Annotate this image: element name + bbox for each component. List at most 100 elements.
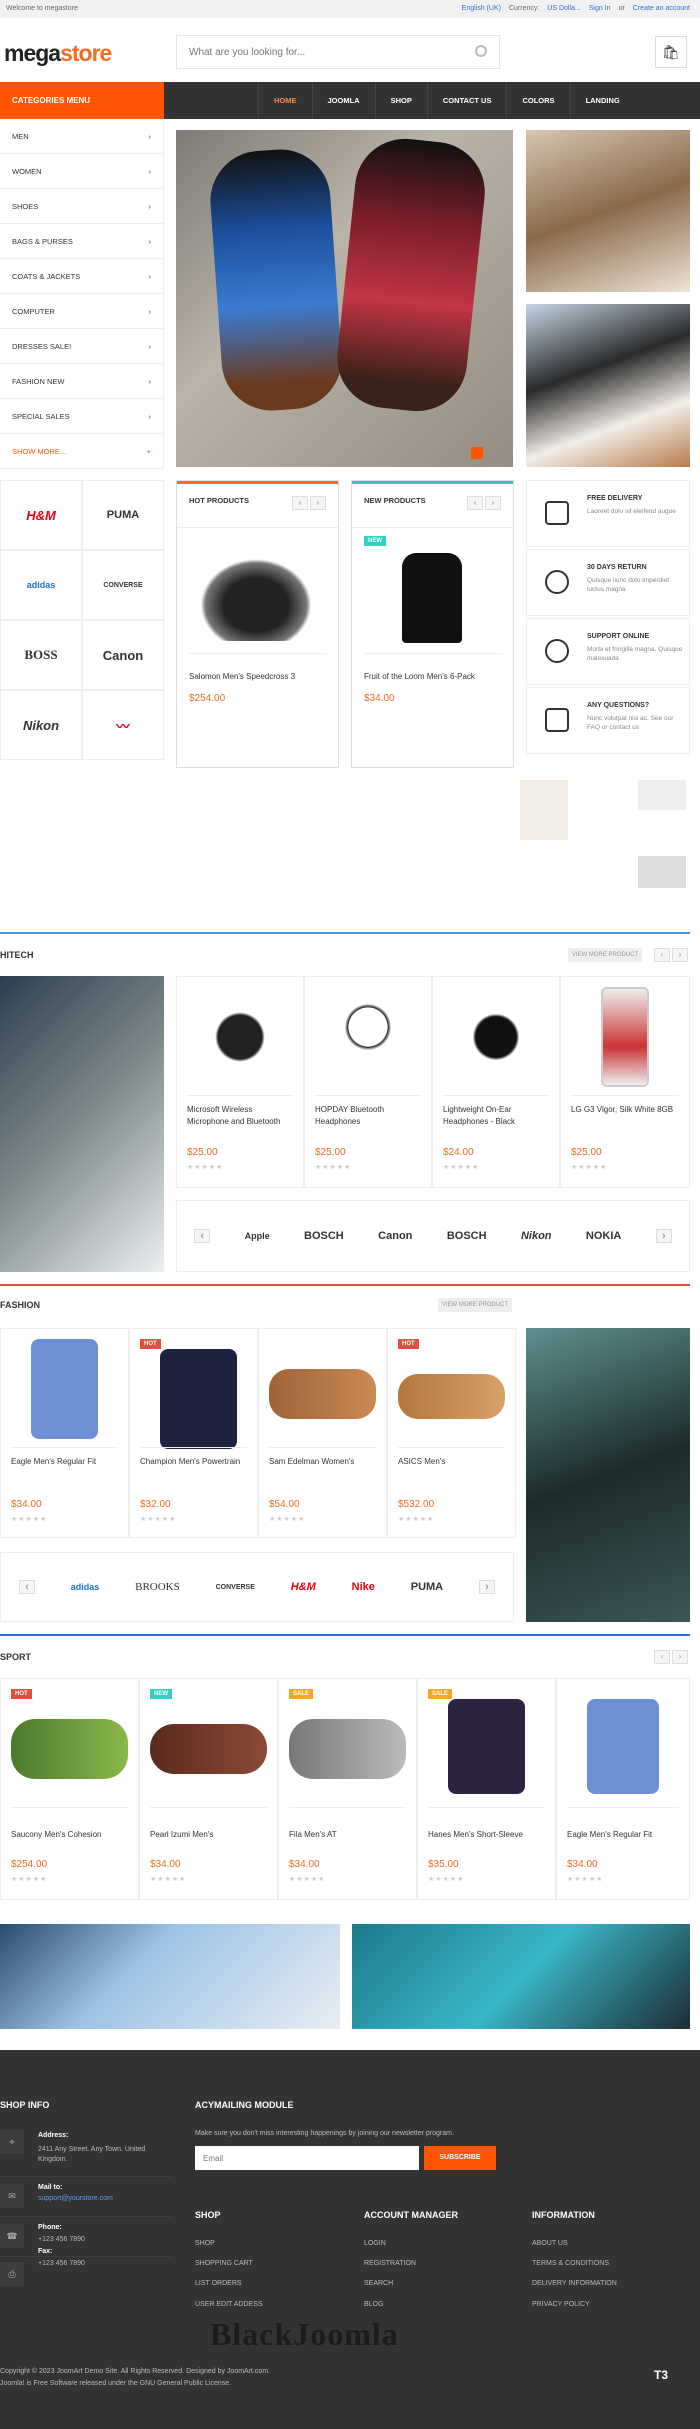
product-image[interactable] xyxy=(402,553,462,643)
nav-home[interactable]: HOME xyxy=(258,82,312,119)
hero-banner[interactable] xyxy=(176,130,513,467)
nav-colors[interactable]: COLORS xyxy=(506,82,569,119)
brand-logo[interactable]: NOKIA xyxy=(586,1230,621,1242)
brand-logo[interactable]: BOSCH xyxy=(304,1230,344,1242)
footer-link[interactable]: SHOP xyxy=(195,2240,215,2247)
brand-logo[interactable]: adidas xyxy=(0,550,82,620)
t3-logo[interactable]: T3 xyxy=(654,2368,668,2382)
watch-ad-thumbnail[interactable] xyxy=(520,780,568,840)
brand-logo[interactable]: Canon xyxy=(82,620,164,690)
category-item[interactable]: BAGS & PURSES › xyxy=(0,224,164,259)
fashion-view-more-button[interactable]: VIEW MORE PRODUCT xyxy=(438,1298,512,1312)
brand-logo[interactable]: BROOKS xyxy=(135,1581,180,1593)
nike-swoosh-icon[interactable]: 〰 xyxy=(82,690,164,760)
subscribe-button[interactable]: SUBSCRIBE xyxy=(424,2146,496,2170)
next-arrow-icon[interactable]: › xyxy=(478,1580,495,1594)
product-card[interactable]: SALE Fila Men's AT $34.00 ★★★★★ xyxy=(278,1678,417,1900)
product-card[interactable]: Microsoft Wireless Microphone and Blueto… xyxy=(176,976,304,1188)
product-card[interactable]: SALE Hanes Men's Short-Sleeve $35.00 ★★★★★ xyxy=(417,1678,556,1900)
language-select[interactable]: English (UK) xyxy=(462,5,501,12)
create-account-link[interactable]: Create an account xyxy=(633,5,690,12)
category-item[interactable]: SHOES › xyxy=(0,189,164,224)
site-logo[interactable]: megastore xyxy=(4,40,112,67)
footer-link[interactable]: SEARCH xyxy=(364,2280,393,2287)
hitech-banner[interactable] xyxy=(0,976,164,1272)
brand-logo[interactable]: Nikon xyxy=(0,690,82,760)
hero-page-indicator[interactable] xyxy=(471,447,483,459)
brand-logo[interactable]: H&M xyxy=(0,480,82,550)
product-card[interactable]: HOPDAY Bluetooth Headphones $25.00 ★★★★★ xyxy=(304,976,432,1188)
brand-logo[interactable]: PUMA xyxy=(411,1581,443,1593)
footer-link[interactable]: USER EDIT ADDESS xyxy=(195,2301,263,2308)
footer-link[interactable]: DELIVERY INFORMATION xyxy=(532,2280,617,2287)
signin-link[interactable]: Sign In xyxy=(589,5,611,12)
brand-logo[interactable]: H&M xyxy=(291,1581,316,1593)
apple-logo[interactable]: Apple xyxy=(245,1231,270,1241)
nav-shop[interactable]: SHOP xyxy=(374,82,427,119)
category-item[interactable]: MEN › xyxy=(0,119,164,154)
prev-arrow-icon[interactable]: ‹ xyxy=(654,1650,670,1664)
footer-link[interactable]: PRIVACY POLICY xyxy=(532,2301,590,2308)
category-item[interactable]: COATS & JACKETS › xyxy=(0,259,164,294)
cart-button[interactable]: 🛍 xyxy=(655,36,687,68)
brand-logo[interactable]: PUMA xyxy=(82,480,164,550)
search-icon[interactable] xyxy=(475,45,487,57)
next-arrow-icon[interactable]: › xyxy=(485,496,501,510)
promo-banner-right[interactable] xyxy=(352,1924,690,2029)
side-banner-top[interactable] xyxy=(526,130,690,292)
footer-link[interactable]: TERMS & CONDITIONS xyxy=(532,2260,609,2267)
product-card[interactable]: LG G3 Vigor, Silk White 8GB $25.00 ★★★★★ xyxy=(560,976,690,1188)
show-more-link[interactable]: SHOW MORE... + xyxy=(0,434,164,469)
watch-ad-thumbnail[interactable] xyxy=(638,856,686,888)
footer-link[interactable]: LOGIN xyxy=(364,2240,386,2247)
prev-arrow-icon[interactable]: ‹ xyxy=(654,948,670,962)
support-email-link[interactable]: support@yourstore.com xyxy=(38,2195,113,2202)
product-image[interactable] xyxy=(191,551,321,641)
next-arrow-icon[interactable]: › xyxy=(655,1229,672,1243)
prev-arrow-icon[interactable]: ‹ xyxy=(467,496,483,510)
currency-select[interactable]: US Dolla... xyxy=(547,5,580,12)
category-item[interactable]: DRESSES SALE! › xyxy=(0,329,164,364)
prev-arrow-icon[interactable]: ‹ xyxy=(18,1580,35,1594)
prev-arrow-icon[interactable]: ‹ xyxy=(292,496,308,510)
prev-arrow-icon[interactable]: ‹ xyxy=(194,1229,211,1243)
product-card[interactable]: HOT Saucony Men's Cohesion $254.00 ★★★★★ xyxy=(0,1678,139,1900)
product-name[interactable]: Fruit of the Loom Men's 6-Pack xyxy=(364,671,475,683)
product-card[interactable]: HOT ASICS Men's $532.00 ★★★★★ xyxy=(387,1328,516,1538)
brand-logo[interactable]: CONVERSE xyxy=(82,550,164,620)
discount-ad-thumbnail[interactable] xyxy=(638,780,686,810)
nav-joomla[interactable]: JOOMLA xyxy=(311,82,375,119)
product-card[interactable]: Eagle Men's Regular Fit $34.00 ★★★★★ xyxy=(556,1678,690,1900)
product-card[interactable]: NEW Pearl Izumi Men's $34.00 ★★★★★ xyxy=(139,1678,278,1900)
next-arrow-icon[interactable]: › xyxy=(672,1650,688,1664)
brand-logo[interactable]: adidas xyxy=(71,1582,100,1592)
side-banner-bottom[interactable] xyxy=(526,304,690,467)
product-card[interactable]: Sam Edelman Women's $54.00 ★★★★★ xyxy=(258,1328,387,1538)
category-item[interactable]: WOMEN › xyxy=(0,154,164,189)
brand-logo[interactable]: BOSCH xyxy=(447,1230,487,1242)
category-item[interactable]: COMPUTER › xyxy=(0,294,164,329)
nav-contact[interactable]: CONTACT US xyxy=(426,82,507,119)
footer-link[interactable]: REGISTRATION xyxy=(364,2260,416,2267)
brand-logo[interactable]: CONVERSE xyxy=(216,1584,255,1591)
product-card[interactable]: HOT Champion Men's Powertrain $32.00 ★★★★★ xyxy=(129,1328,258,1538)
category-item[interactable]: SPECIAL SALES › xyxy=(0,399,164,434)
fashion-banner[interactable] xyxy=(526,1328,690,1622)
brand-logo[interactable]: Nike xyxy=(352,1581,375,1593)
footer-link[interactable]: SHOPPING CART xyxy=(195,2260,253,2267)
footer-link[interactable]: ABOUT US xyxy=(532,2240,568,2247)
product-name[interactable]: Salomon Men's Speedcross 3 xyxy=(189,671,295,683)
category-item[interactable]: FASHION NEW › xyxy=(0,364,164,399)
product-card[interactable]: Eagle Men's Regular Fit $34.00 ★★★★★ xyxy=(0,1328,129,1538)
categories-menu-button[interactable]: CATEGORIES MENU xyxy=(0,82,164,119)
nav-landing[interactable]: LANDING xyxy=(569,82,635,119)
footer-link[interactable]: BLOG xyxy=(364,2301,383,2308)
newsletter-email-input[interactable] xyxy=(195,2146,419,2170)
footer-link[interactable]: LIST ORDERS xyxy=(195,2280,242,2287)
search-input[interactable] xyxy=(177,36,457,68)
brand-logo[interactable]: Nikon xyxy=(521,1230,552,1242)
product-card[interactable]: Lightweight On-Ear Headphones - Black $24… xyxy=(432,976,560,1188)
promo-banner-left[interactable] xyxy=(0,1924,340,2029)
brand-logo[interactable]: Canon xyxy=(378,1230,412,1242)
next-arrow-icon[interactable]: › xyxy=(310,496,326,510)
